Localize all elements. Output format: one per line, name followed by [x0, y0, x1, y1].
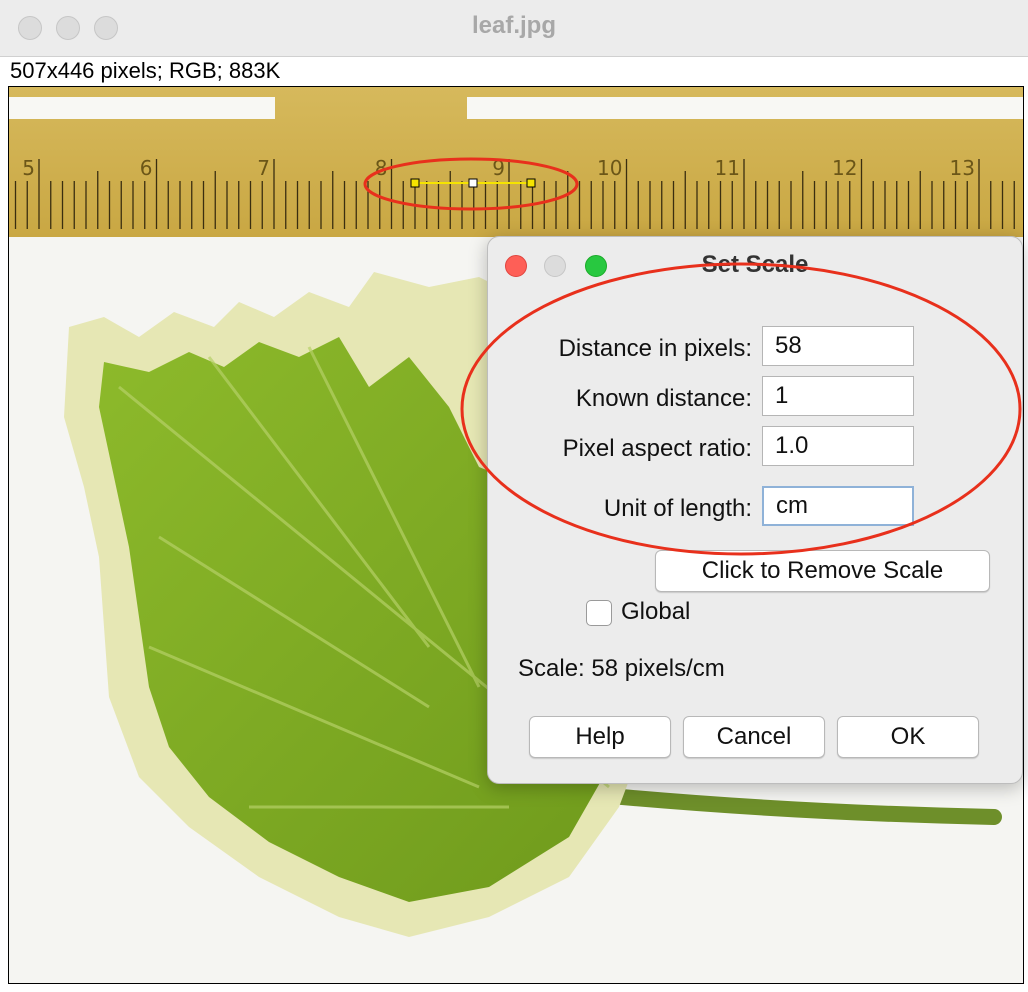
ruler-label: 8: [375, 156, 388, 180]
remove-scale-button[interactable]: Click to Remove Scale: [655, 550, 990, 592]
scale-readout: Scale: 58 pixels/cm: [518, 655, 725, 682]
pixel-aspect-label: Pixel aspect ratio:: [562, 435, 752, 462]
ruler-label: 9: [492, 156, 505, 180]
dialog-title: Set Scale: [701, 251, 809, 278]
set-scale-dialog: Set Scale Distance in pixels: Known dist…: [487, 236, 1023, 784]
known-distance-label: Known distance:: [575, 385, 752, 412]
ruler-label: 5: [22, 156, 35, 180]
known-distance-field[interactable]: [762, 376, 914, 416]
distance-pixels-field[interactable]: [762, 326, 914, 366]
ruler-label: 11: [715, 156, 740, 180]
distance-pixels-label: Distance in pixels:: [558, 335, 752, 362]
window-title: leaf.jpg: [471, 12, 556, 39]
selection-handle-mid[interactable]: [468, 178, 478, 188]
ruler-label: 10: [597, 156, 622, 180]
image-info: 507x446 pixels; RGB; 883K: [10, 58, 281, 83]
unit-length-label: Unit of length:: [603, 495, 752, 522]
pixel-aspect-field[interactable]: [762, 426, 914, 466]
cancel-button[interactable]: Cancel: [683, 716, 825, 758]
window-titlebar[interactable]: leaf.jpg: [0, 0, 1028, 57]
global-checkbox[interactable]: [586, 600, 612, 626]
selection-handle-start[interactable]: [410, 178, 420, 188]
global-label: Global: [621, 598, 691, 625]
ruler-slot-left: [9, 97, 275, 119]
help-button[interactable]: Help: [529, 716, 671, 758]
ruler-slot-right: [467, 97, 1023, 119]
selection-handle-end[interactable]: [526, 178, 536, 188]
ok-button[interactable]: OK: [837, 716, 979, 758]
ruler-label: 7: [257, 156, 270, 180]
ruler-label: 12: [832, 156, 857, 180]
ruler-label: 13: [950, 156, 975, 180]
unit-length-field[interactable]: [762, 486, 914, 526]
image-window: leaf.jpg 507x446 pixels; RGB; 883K 5 6 7 8 9…: [0, 0, 1028, 992]
ruler-label: 6: [140, 156, 153, 180]
